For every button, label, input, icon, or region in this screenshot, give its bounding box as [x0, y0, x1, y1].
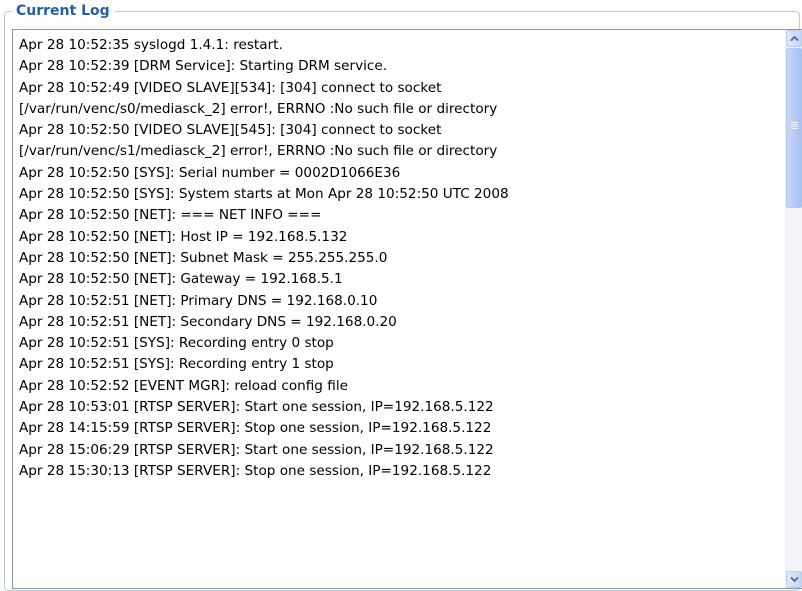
log-line: Apr 28 10:52:52 [EVENT MGR]: reload conf…: [19, 377, 348, 394]
vertical-scrollbar[interactable]: [785, 30, 802, 588]
log-textarea[interactable]: Apr 28 10:52:35 syslogd 1.4.1: restart. A…: [12, 29, 802, 589]
grip-icon: [791, 122, 798, 130]
log-line: Apr 28 15:06:29 [RTSP SERVER]: Start one…: [19, 441, 494, 458]
log-line: Apr 28 14:15:59 [RTSP SERVER]: Stop one …: [19, 420, 492, 437]
log-line: Apr 28 10:52:50 [NET]: === NET INFO ===: [19, 207, 322, 224]
chevron-up-icon: [790, 35, 799, 42]
log-line: Apr 28 10:52:50 [NET]: Gateway = 192.168…: [19, 271, 343, 288]
log-line: Apr 28 10:52:39 [DRM Service]: Starting …: [19, 58, 388, 75]
log-line: Apr 28 10:52:51 [NET]: Secondary DNS = 1…: [19, 313, 397, 330]
scroll-up-button[interactable]: [786, 30, 802, 47]
log-line: Apr 28 10:52:50 [SYS]: Serial number = 0…: [19, 164, 401, 181]
log-line: Apr 28 10:52:50 [NET]: Subnet Mask = 255…: [19, 249, 388, 266]
current-log-title: Current Log: [12, 2, 115, 20]
log-line: Apr 28 10:52:51 [SYS]: Recording entry 1…: [19, 356, 334, 373]
scroll-down-button[interactable]: [786, 571, 802, 588]
log-line: Apr 28 10:53:01 [RTSP SERVER]: Start one…: [19, 399, 494, 416]
log-line: Apr 28 10:52:50 [VIDEO SLAVE][545]: [304…: [19, 122, 442, 139]
log-line: Apr 28 10:52:50 [NET]: Host IP = 192.168…: [19, 228, 348, 245]
log-line: Apr 28 10:52:51 [NET]: Primary DNS = 192…: [19, 292, 378, 309]
log-lines: Apr 28 10:52:35 syslogd 1.4.1: restart. A…: [13, 30, 783, 482]
log-line: Apr 28 10:52:50 [SYS]: System starts at …: [19, 186, 509, 203]
log-line: [/var/run/venc/s1/mediasck_2] error!, ER…: [19, 143, 498, 160]
log-line: [/var/run/venc/s0/mediasck_2] error!, ER…: [19, 100, 498, 117]
scrollbar-thumb[interactable]: [786, 48, 802, 208]
log-line: Apr 28 15:30:13 [RTSP SERVER]: Stop one …: [19, 462, 492, 479]
log-line: Apr 28 10:52:35 syslogd 1.4.1: restart.: [19, 37, 283, 53]
log-line: Apr 28 10:52:49 [VIDEO SLAVE][534]: [304…: [19, 79, 442, 96]
log-line: Apr 28 10:52:51 [SYS]: Recording entry 0…: [19, 335, 334, 352]
chevron-down-icon: [790, 576, 799, 583]
